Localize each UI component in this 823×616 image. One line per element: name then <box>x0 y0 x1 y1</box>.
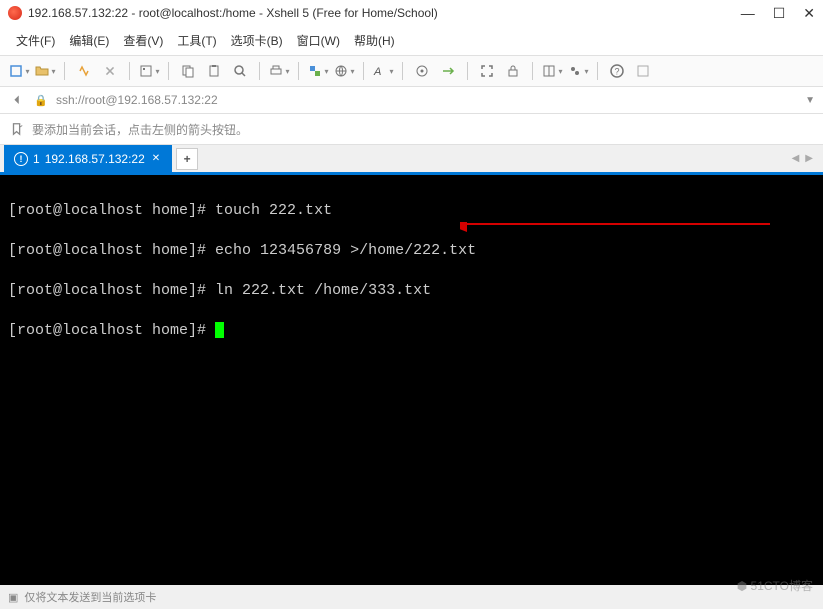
xshell-app-icon <box>8 6 22 20</box>
address-bar: ⏴ 🔒 ssh://root@192.168.57.132:22 ▼ <box>0 87 823 114</box>
bookmark-icon[interactable] <box>8 120 26 138</box>
info-text: 要添加当前会话，点击左侧的箭头按钮。 <box>32 121 248 138</box>
menu-tools[interactable]: 工具(T) <box>171 30 222 51</box>
menu-tabs[interactable]: 选项卡(B) <box>225 30 289 51</box>
terminal-line: [root@localhost home]# touch 222.txt <box>8 201 815 221</box>
toolbar: A ? <box>0 55 823 87</box>
maximize-button[interactable]: ☐ <box>773 5 786 22</box>
terminal-line: [root@localhost home]# ln 222.txt /home/… <box>8 281 815 301</box>
watermark: ⬢ 51CTO博客 <box>737 577 813 594</box>
separator <box>532 62 533 80</box>
tab-index: 1 <box>33 152 40 166</box>
xftp-button[interactable] <box>437 60 459 82</box>
terminal-line: [root@localhost home]# <box>8 321 815 341</box>
tab-next-button[interactable]: ▶ <box>805 153 813 164</box>
new-session-button[interactable] <box>8 60 30 82</box>
tab-close-button[interactable]: ✕ <box>150 153 162 164</box>
copy-button[interactable] <box>177 60 199 82</box>
separator <box>64 62 65 80</box>
back-arrow-icon[interactable]: ⏴ <box>8 91 26 109</box>
script-button[interactable] <box>567 60 589 82</box>
menubar: 文件(F) 编辑(E) 查看(V) 工具(T) 选项卡(B) 窗口(W) 帮助(… <box>0 26 823 55</box>
terminal-cmd: touch 222.txt <box>215 202 332 219</box>
titlebar: 192.168.57.132:22 - root@localhost:/home… <box>0 0 823 26</box>
watermark-text: 51CTO博客 <box>751 579 813 593</box>
annotation-arrow <box>460 222 780 242</box>
separator <box>597 62 598 80</box>
tab-active[interactable]: ! 1 192.168.57.132:22 ✕ <box>4 145 172 172</box>
print-button[interactable] <box>268 60 290 82</box>
window-controls: — ☐ ✕ <box>741 5 815 22</box>
separator <box>129 62 130 80</box>
watermark-icon: ⬢ <box>737 579 747 593</box>
disconnect-button[interactable] <box>99 60 121 82</box>
tab-strip: ! 1 192.168.57.132:22 ✕ + ◀ ▶ <box>0 145 823 175</box>
svg-text:A: A <box>373 66 381 78</box>
tab-prev-button[interactable]: ◀ <box>792 153 800 164</box>
tab-nav: ◀ ▶ <box>792 153 819 164</box>
find-button[interactable] <box>229 60 251 82</box>
reconnect-button[interactable] <box>73 60 95 82</box>
status-bar: ▣ 仅将文本发送到当前选项卡 <box>0 585 823 609</box>
separator <box>298 62 299 80</box>
separator <box>259 62 260 80</box>
separator <box>467 62 468 80</box>
lock-icon: 🔒 <box>32 91 50 109</box>
open-session-button[interactable] <box>34 60 56 82</box>
lock-button[interactable] <box>502 60 524 82</box>
xagent-button[interactable] <box>411 60 433 82</box>
separator <box>168 62 169 80</box>
menu-window[interactable]: 窗口(W) <box>291 30 346 51</box>
terminal-cmd: echo 123456789 >/home/222.txt <box>215 242 476 259</box>
svg-text:?: ? <box>615 67 620 77</box>
more-button[interactable] <box>632 60 654 82</box>
terminal-line: [root@localhost home]# echo 123456789 >/… <box>8 241 815 261</box>
info-circle-icon: ! <box>14 152 28 166</box>
terminal-prompt: [root@localhost home]# <box>8 242 215 259</box>
menu-help[interactable]: 帮助(H) <box>348 30 401 51</box>
help-button[interactable]: ? <box>606 60 628 82</box>
tab-add-button[interactable]: + <box>176 148 198 170</box>
encoding-button[interactable] <box>333 60 355 82</box>
separator <box>363 62 364 80</box>
fullscreen-button[interactable] <box>476 60 498 82</box>
address-text[interactable]: ssh://root@192.168.57.132:22 <box>56 93 799 107</box>
terminal-prompt: [root@localhost home]# <box>8 322 215 339</box>
font-button[interactable]: A <box>372 60 394 82</box>
layout-button[interactable] <box>541 60 563 82</box>
menu-edit[interactable]: 编辑(E) <box>63 30 115 51</box>
address-dropdown-icon[interactable]: ▼ <box>805 95 815 106</box>
menu-file[interactable]: 文件(F) <box>10 30 61 51</box>
terminal-prompt: [root@localhost home]# <box>8 202 215 219</box>
info-bar: 要添加当前会话，点击左侧的箭头按钮。 <box>0 114 823 145</box>
terminal[interactable]: [root@localhost home]# touch 222.txt [ro… <box>0 175 823 585</box>
close-button[interactable]: ✕ <box>803 5 815 22</box>
properties-button[interactable] <box>138 60 160 82</box>
terminal-cmd: ln 222.txt /home/333.txt <box>215 282 431 299</box>
status-icon: ▣ <box>8 591 18 604</box>
separator <box>402 62 403 80</box>
status-text: 仅将文本发送到当前选项卡 <box>24 589 156 605</box>
menu-view[interactable]: 查看(V) <box>117 30 169 51</box>
terminal-prompt: [root@localhost home]# <box>8 282 215 299</box>
color-scheme-button[interactable] <box>307 60 329 82</box>
window-title: 192.168.57.132:22 - root@localhost:/home… <box>28 6 741 20</box>
terminal-cursor <box>215 322 224 338</box>
minimize-button[interactable]: — <box>741 5 755 22</box>
tab-label: 192.168.57.132:22 <box>45 152 145 166</box>
paste-button[interactable] <box>203 60 225 82</box>
